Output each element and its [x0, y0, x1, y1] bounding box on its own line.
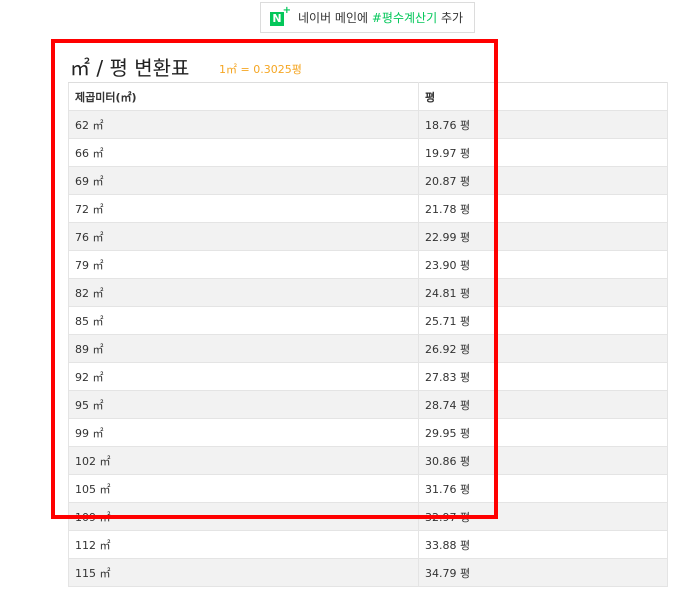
- cell-sqm: 105 ㎡: [68, 474, 419, 503]
- cell-pyeong: 31.76 평: [418, 474, 668, 503]
- cell-pyeong: 26.92 평: [418, 334, 668, 363]
- cell-pyeong: 24.81 평: [418, 278, 668, 307]
- cell-pyeong: 32.97 평: [418, 502, 668, 531]
- cell-sqm: 115 ㎡: [68, 558, 419, 587]
- header-pyeong: 평: [418, 82, 668, 111]
- cell-sqm: 66 ㎡: [68, 138, 419, 167]
- cell-pyeong: 27.83 평: [418, 362, 668, 391]
- cell-pyeong: 18.76 평: [418, 110, 668, 139]
- table-header-row: 제곱미터(㎡) 평: [68, 82, 668, 111]
- table-row: 115 ㎡ 34.79 평: [68, 558, 668, 587]
- table-row: 89 ㎡ 26.92 평: [68, 334, 668, 363]
- cell-pyeong: 25.71 평: [418, 306, 668, 335]
- naver-keyword: #평수계산기: [371, 11, 438, 25]
- cell-pyeong: 34.79 평: [418, 558, 668, 587]
- naver-banner-text: 네이버 메인에 #평수계산기 추가: [298, 11, 464, 25]
- cell-sqm: 112 ㎡: [68, 530, 419, 559]
- cell-pyeong: 19.97 평: [418, 138, 668, 167]
- cell-pyeong: 29.95 평: [418, 418, 668, 447]
- page-title: ㎡ / 평 변환표: [70, 56, 190, 80]
- cell-sqm: 92 ㎡: [68, 362, 419, 391]
- conversion-table: 제곱미터(㎡) 평 62 ㎡ 18.76 평 66 ㎡ 19.97 평 69 ㎡ 20.8…: [68, 82, 668, 587]
- naver-add-banner[interactable]: N + 네이버 메인에 #평수계산기 추가: [260, 2, 475, 33]
- cell-sqm: 72 ㎡: [68, 194, 419, 223]
- cell-pyeong: 30.86 평: [418, 446, 668, 475]
- table-row: 109 ㎡ 32.97 평: [68, 502, 668, 531]
- cell-pyeong: 28.74 평: [418, 390, 668, 419]
- table-row: 72 ㎡ 21.78 평: [68, 194, 668, 223]
- cell-sqm: 79 ㎡: [68, 250, 419, 279]
- table-row: 102 ㎡ 30.86 평: [68, 446, 668, 475]
- cell-sqm: 76 ㎡: [68, 222, 419, 251]
- table-row: 62 ㎡ 18.76 평: [68, 110, 668, 139]
- cell-pyeong: 21.78 평: [418, 194, 668, 223]
- cell-sqm: 102 ㎡: [68, 446, 419, 475]
- table-row: 85 ㎡ 25.71 평: [68, 306, 668, 335]
- table-row: 105 ㎡ 31.76 평: [68, 474, 668, 503]
- cell-sqm: 62 ㎡: [68, 110, 419, 139]
- cell-sqm: 85 ㎡: [68, 306, 419, 335]
- naver-logo-icon: N +: [270, 5, 291, 26]
- table-row: 66 ㎡ 19.97 평: [68, 138, 668, 167]
- table-row: 79 ㎡ 23.90 평: [68, 250, 668, 279]
- cell-pyeong: 22.99 평: [418, 222, 668, 251]
- cell-sqm: 82 ㎡: [68, 278, 419, 307]
- conversion-formula: 1㎡ = 0.3025평: [219, 63, 302, 76]
- header-sqm: 제곱미터(㎡): [68, 82, 419, 111]
- cell-sqm: 109 ㎡: [68, 502, 419, 531]
- cell-sqm: 99 ㎡: [68, 418, 419, 447]
- table-row: 76 ㎡ 22.99 평: [68, 222, 668, 251]
- cell-pyeong: 33.88 평: [418, 530, 668, 559]
- cell-sqm: 69 ㎡: [68, 166, 419, 195]
- cell-sqm: 95 ㎡: [68, 390, 419, 419]
- cell-sqm: 89 ㎡: [68, 334, 419, 363]
- table-row: 112 ㎡ 33.88 평: [68, 530, 668, 559]
- table-row: 82 ㎡ 24.81 평: [68, 278, 668, 307]
- table-row: 95 ㎡ 28.74 평: [68, 390, 668, 419]
- table-row: 99 ㎡ 29.95 평: [68, 418, 668, 447]
- table-row: 69 ㎡ 20.87 평: [68, 166, 668, 195]
- cell-pyeong: 23.90 평: [418, 250, 668, 279]
- table-row: 92 ㎡ 27.83 평: [68, 362, 668, 391]
- cell-pyeong: 20.87 평: [418, 166, 668, 195]
